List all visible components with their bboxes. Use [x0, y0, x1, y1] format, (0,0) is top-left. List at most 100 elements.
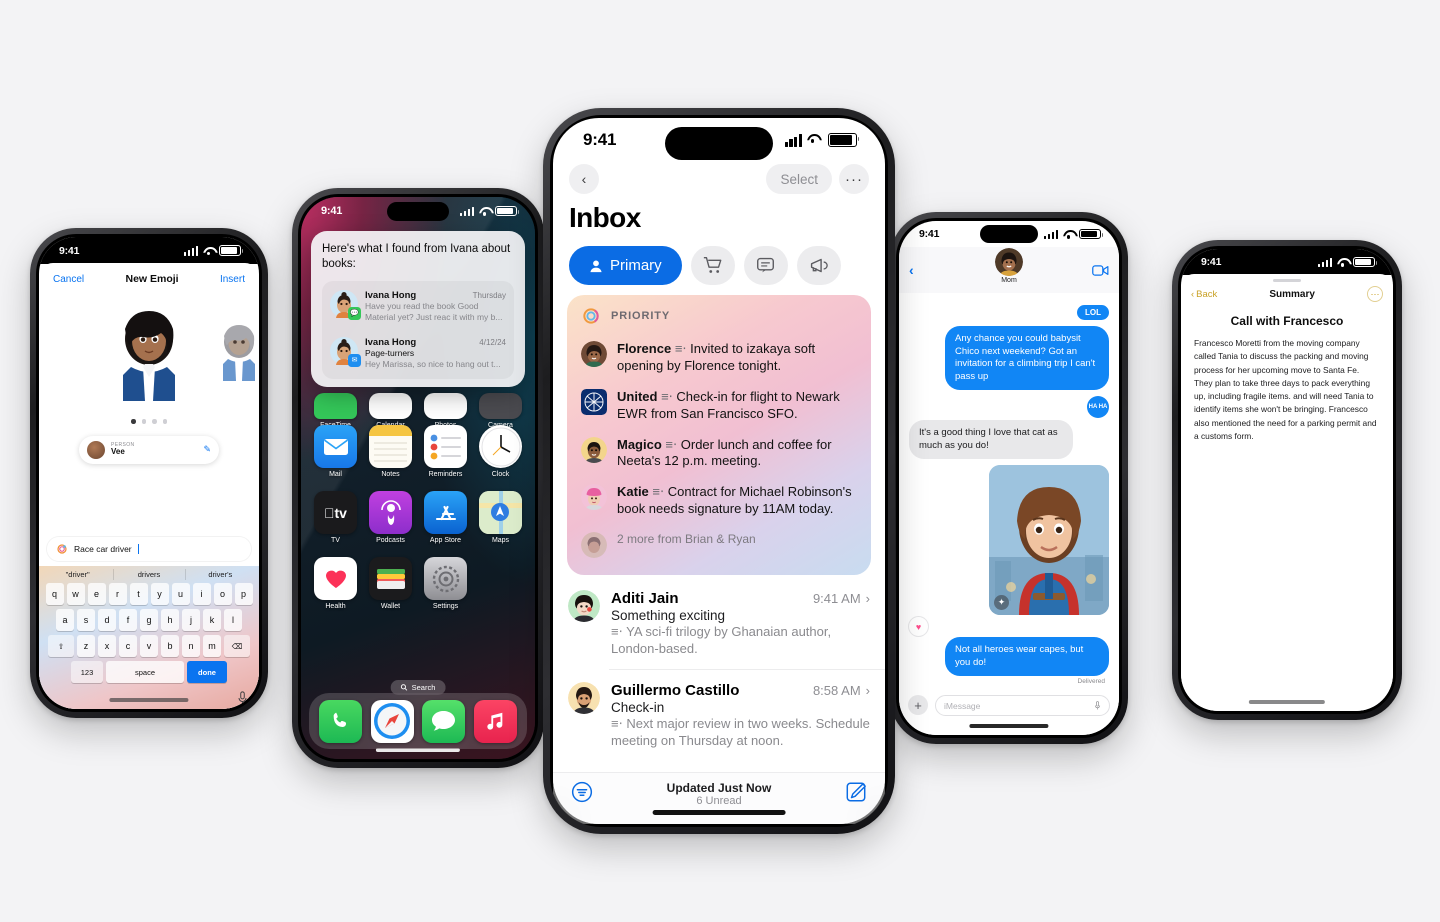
app-tv[interactable]: tv TV	[313, 491, 358, 544]
key-o[interactable]: o	[213, 583, 232, 605]
key-h[interactable]: h	[161, 609, 179, 631]
key-s[interactable]: s	[77, 609, 95, 631]
numbers-key[interactable]: 123	[71, 661, 103, 683]
key-f[interactable]: f	[119, 609, 137, 631]
suggestion-1[interactable]: drivers	[113, 566, 184, 583]
key-g[interactable]: g	[140, 609, 158, 631]
emoji-preview-carousel[interactable]	[39, 293, 259, 415]
priority-card[interactable]: PRIORITY Florence ≡‧ Invited to izakaya …	[567, 295, 871, 576]
key-j[interactable]: j	[182, 609, 200, 631]
app-photos[interactable]: Photos	[423, 393, 468, 429]
tapback-haha[interactable]: HA HA	[1087, 396, 1109, 419]
back-button[interactable]: ‹ Back	[1191, 289, 1217, 300]
tab-updates[interactable]	[743, 246, 788, 285]
messages-icon[interactable]	[422, 699, 466, 743]
person-chip[interactable]: PERSON Vee ✎	[79, 435, 219, 464]
app-mail[interactable]: Mail	[313, 425, 358, 478]
memoji-avatar-secondary[interactable]	[217, 319, 259, 381]
safari-icon[interactable]	[370, 699, 414, 743]
tapback-row[interactable]: HA HA	[909, 396, 1109, 419]
key-d[interactable]: d	[98, 609, 116, 631]
mic-icon[interactable]	[1094, 701, 1101, 710]
more-options-button[interactable]: ···	[839, 164, 869, 194]
key-k[interactable]: k	[203, 609, 221, 631]
app-appstore[interactable]: App Store	[423, 491, 468, 544]
key-x[interactable]: x	[98, 635, 116, 657]
tab-primary[interactable]: Primary	[569, 246, 682, 285]
key-p[interactable]: p	[234, 583, 253, 605]
key-e[interactable]: e	[87, 583, 106, 605]
key-m[interactable]: m	[203, 635, 221, 657]
tapback-row[interactable]: ♥	[909, 617, 1109, 637]
message-bubble-incoming[interactable]: It's a good thing I love that cat as muc…	[909, 420, 1073, 460]
message-row[interactable]: Not all heroes wear capes, but you do!	[909, 637, 1109, 677]
keyboard-row-4[interactable]: 123 space done	[42, 661, 256, 683]
key-y[interactable]: y	[150, 583, 169, 605]
cancel-button[interactable]: Cancel	[53, 274, 84, 285]
key-z[interactable]: z	[77, 635, 95, 657]
key-b[interactable]: b	[161, 635, 179, 657]
sheet-grabber[interactable]	[1273, 279, 1301, 282]
imessage-input[interactable]: iMessage	[935, 695, 1110, 716]
more-circle-icon[interactable]: ⋯	[1367, 286, 1383, 302]
priority-item[interactable]: Magico ≡‧ Order lunch and coffee for Nee…	[567, 430, 871, 478]
suggestion-0[interactable]: "driver"	[42, 566, 113, 583]
list-item[interactable]: 💬 Ivana Hong Thursday Have you read the …	[322, 283, 514, 330]
app-settings[interactable]: Settings	[423, 557, 468, 610]
phone-icon[interactable]	[319, 699, 363, 743]
app-camera[interactable]: Camera	[478, 393, 523, 429]
back-chevron-icon[interactable]: ‹	[909, 262, 914, 278]
keyboard-row-2[interactable]: a s d f g h j k l	[42, 609, 256, 631]
key-u[interactable]: u	[171, 583, 190, 605]
key-a[interactable]: a	[56, 609, 74, 631]
filter-icon[interactable]	[571, 781, 593, 803]
priority-item[interactable]: United ≡‧ Check-in for flight to Newark …	[567, 382, 871, 430]
key-v[interactable]: v	[140, 635, 158, 657]
key-w[interactable]: w	[66, 583, 85, 605]
app-health[interactable]: Health	[313, 557, 358, 610]
space-key[interactable]: space	[106, 661, 184, 683]
message-row[interactable]: It's a good thing I love that cat as muc…	[909, 420, 1109, 460]
tab-transactions[interactable]	[690, 246, 735, 285]
app-clock[interactable]: Clock	[478, 425, 523, 478]
suggestion-2[interactable]: driver's	[184, 566, 256, 583]
app-maps[interactable]: Maps	[478, 491, 523, 544]
priority-item[interactable]: Florence ≡‧ Invited to izakaya soft open…	[567, 334, 871, 382]
app-wallet[interactable]: Wallet	[368, 557, 413, 610]
priority-item[interactable]: Katie ≡‧ Contract for Michael Robinson's…	[567, 477, 871, 525]
back-button[interactable]: ‹	[569, 164, 599, 194]
key-c[interactable]: c	[119, 635, 137, 657]
emoji-description-input[interactable]: Race car driver	[47, 537, 251, 561]
message-row[interactable]: Any chance you could babysit Chico next …	[909, 326, 1109, 391]
list-item[interactable]: ✉ Ivana Hong 4/12/24 Page-turners Hey Ma…	[322, 330, 514, 377]
image-message-row[interactable]: ✦	[909, 465, 1109, 616]
key-i[interactable]: i	[192, 583, 211, 605]
app-notes[interactable]: Notes	[368, 425, 413, 478]
priority-more-row[interactable]: 2 more from Brian & Ryan	[567, 525, 871, 565]
backspace-key[interactable]: ⌫	[224, 635, 250, 657]
app-calendar[interactable]: Calendar	[368, 393, 413, 429]
key-n[interactable]: n	[182, 635, 200, 657]
table-row[interactable]: Aditi Jain 9:41 AM › Something exciting …	[553, 577, 885, 669]
keyboard-suggestions[interactable]: "driver" drivers driver's	[42, 566, 256, 583]
tapback-row[interactable]: LOL	[909, 305, 1109, 320]
contact-header[interactable]: Mom	[995, 248, 1023, 284]
dictation-mic-icon[interactable]	[237, 691, 248, 705]
key-q[interactable]: q	[45, 583, 64, 605]
insert-button[interactable]: Insert	[220, 274, 245, 285]
carousel-page-dots[interactable]	[39, 419, 259, 424]
plus-icon[interactable]: +	[908, 695, 928, 715]
tab-promotions[interactable]	[796, 246, 841, 285]
select-button[interactable]: Select	[766, 164, 832, 194]
key-l[interactable]: l	[224, 609, 242, 631]
message-bubble-outgoing[interactable]: Not all heroes wear capes, but you do!	[945, 637, 1109, 677]
message-bubble-outgoing[interactable]: Any chance you could babysit Chico next …	[945, 326, 1109, 391]
facetime-video-icon[interactable]	[1092, 264, 1109, 277]
key-t[interactable]: t	[129, 583, 148, 605]
app-facetime[interactable]: FaceTime	[313, 393, 358, 429]
keyboard-row-3[interactable]: ⇧ z x c v b n m ⌫	[42, 635, 256, 657]
compose-icon[interactable]	[845, 781, 867, 803]
onscreen-keyboard[interactable]: "driver" drivers driver's q w e r t y u …	[39, 566, 259, 709]
table-row[interactable]: Guillermo Castillo 8:58 AM › Check-in ≡‧…	[553, 669, 885, 761]
tapback-lol[interactable]: LOL	[1077, 305, 1109, 320]
